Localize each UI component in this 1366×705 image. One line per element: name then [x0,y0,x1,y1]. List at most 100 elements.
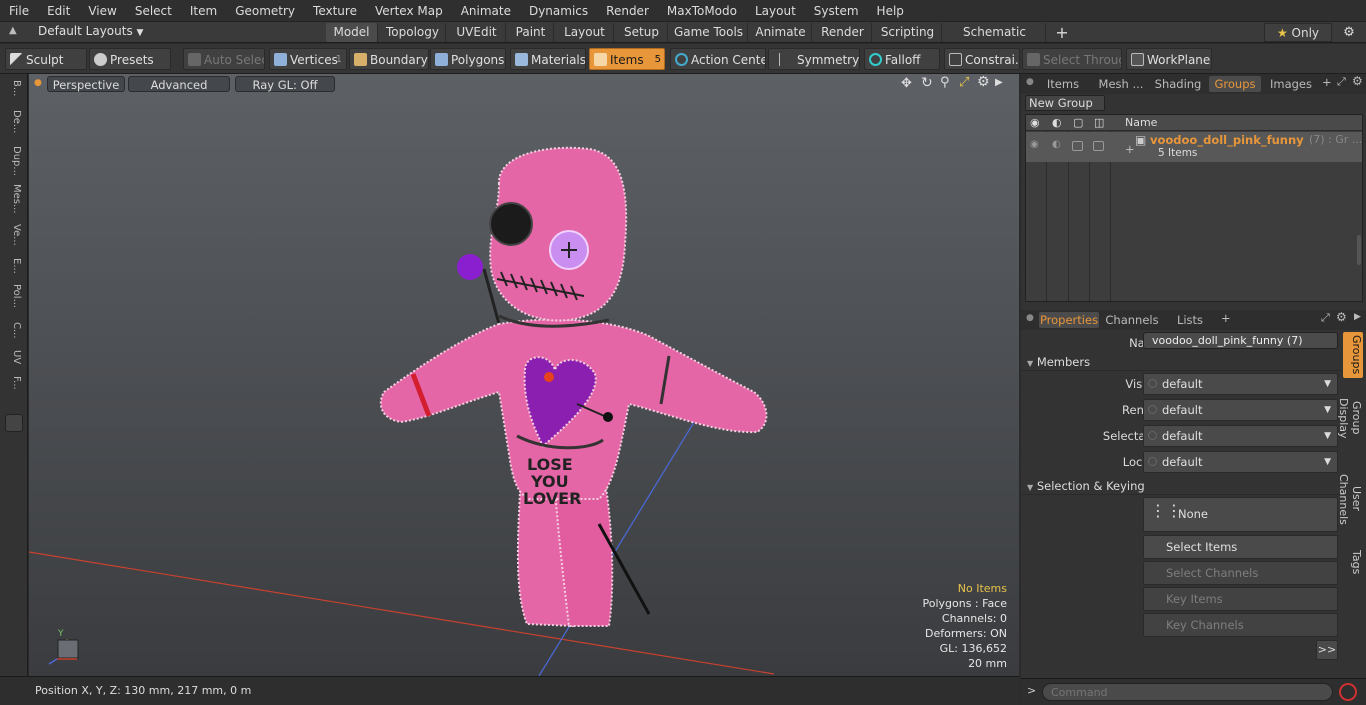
command-input[interactable] [1042,683,1333,701]
tab-animate[interactable]: Animate [750,23,812,42]
name-field[interactable]: voodoo_doll_pink_funny (7) [1143,332,1338,349]
materials-button[interactable]: Materials [510,48,586,70]
strip-tab-f[interactable]: F... [6,376,22,402]
symmetry-button[interactable]: Symmetry [768,48,860,70]
add-panel-tab-icon[interactable]: + [1322,75,1332,89]
tab-mesh[interactable]: Mesh ... [1093,76,1149,92]
tab-setup[interactable]: Setup [616,23,668,42]
sculpt-button[interactable]: Sculpt [5,48,87,70]
strip-tab-ve[interactable]: Ve... [6,224,22,256]
select-channels-button[interactable]: Select Channels [1143,561,1338,585]
lock-col-icon[interactable]: ◫ [1094,116,1104,129]
strip-tab-de[interactable]: De... [6,110,22,146]
menu-texture[interactable]: Texture [304,0,366,22]
add-props-tab-icon[interactable]: + [1221,311,1231,325]
table-row[interactable]: ◉ ◐ + ▣ voodoo_doll_pink_funny (7) : Gr … [1026,132,1362,162]
more-button[interactable]: >> [1316,640,1338,660]
selection-keying-section[interactable]: ▼ Selection & Keying [1027,479,1145,493]
menu-render[interactable]: Render [597,0,658,22]
groups-scrollbar[interactable] [1357,235,1361,265]
props-gear-icon[interactable]: ⚙ [1336,310,1347,324]
vtab-tags[interactable]: Tags [1343,544,1363,580]
menu-geometry[interactable]: Geometry [226,0,304,22]
up-arrow-icon[interactable]: ▲ [9,25,17,36]
visible-dropdown[interactable]: default ▼ [1143,373,1338,395]
record-icon[interactable] [1339,683,1357,701]
selectable-dropdown[interactable]: default ▼ [1143,425,1338,447]
render-col-icon[interactable]: ◐ [1052,116,1062,129]
select-col-icon[interactable]: ▢ [1073,116,1083,129]
vtab-group-display[interactable]: Group Display [1337,382,1363,454]
items-button[interactable]: Items 5 [589,48,665,70]
key-items-button[interactable]: Key Items [1143,587,1338,611]
strip-tab-mes[interactable]: Mes... [6,184,22,220]
vertices-button[interactable]: Vertices 1 [269,48,347,70]
presets-button[interactable]: Presets [89,48,171,70]
tab-game-tools[interactable]: Game Tools [670,23,748,42]
menu-maxtomodo[interactable]: MaxToModo [658,0,746,22]
boundary-button[interactable]: Boundary [349,48,429,70]
menu-vertex-map[interactable]: Vertex Map [366,0,452,22]
menu-file[interactable]: File [0,0,38,22]
menu-system[interactable]: System [805,0,868,22]
strip-tab-dup[interactable]: Dup... [6,146,22,182]
gear-icon[interactable]: ⚙ [1336,23,1362,42]
tab-paint[interactable]: Paint [508,23,554,42]
strip-tab-b[interactable]: B... [6,80,22,108]
tab-render[interactable]: Render [814,23,872,42]
name-column-header[interactable]: Name [1125,116,1157,129]
tab-scripting[interactable]: Scripting [874,23,942,42]
panel-gear-icon[interactable]: ⚙ [1352,74,1363,88]
render-toggle-icon[interactable]: ◐ [1052,139,1061,150]
props-expand-icon[interactable]: ⤢ [1321,311,1330,325]
menu-dynamics[interactable]: Dynamics [520,0,597,22]
menu-animate[interactable]: Animate [452,0,520,22]
strip-toggle-button[interactable] [5,414,23,432]
auto-select-button[interactable]: Auto Select [183,48,265,70]
tab-channels[interactable]: Channels [1103,312,1161,328]
menu-edit[interactable]: Edit [38,0,79,22]
only-toggle[interactable]: ★ Only [1264,23,1332,42]
tab-uvedit[interactable]: UVEdit [448,23,506,42]
none-selector[interactable]: ⋮⋮ None [1143,497,1338,532]
select-toggle-icon[interactable] [1072,141,1083,151]
add-tab-button[interactable]: + [1050,23,1074,42]
strip-tab-e[interactable]: E... [6,258,22,282]
props-dot-icon[interactable]: ● [1026,313,1034,323]
falloff-button[interactable]: Falloff [864,48,940,70]
workplane-button[interactable]: WorkPlane [1126,48,1212,70]
menu-view[interactable]: View [79,0,125,22]
strip-tab-c[interactable]: C... [6,322,22,348]
lock-toggle-icon[interactable] [1093,141,1104,151]
panel-dot-icon[interactable]: ● [1026,77,1034,87]
tab-schematic-fusion[interactable]: Schematic Fusion [944,23,1046,58]
menu-help[interactable]: Help [868,0,913,22]
tab-topology[interactable]: Topology [380,23,446,42]
select-items-button[interactable]: Select Items [1143,535,1338,559]
tab-items[interactable]: Items [1037,76,1089,92]
layouts-dropdown[interactable]: Default Layouts ▼ [38,24,143,38]
visibility-col-icon[interactable]: ◉ [1030,116,1040,129]
tab-groups[interactable]: Groups [1209,76,1261,92]
vtab-user-channels[interactable]: User Channels [1337,460,1363,538]
props-arrow-icon[interactable]: ▶ [1354,312,1361,322]
key-channels-button[interactable]: Key Channels [1143,613,1338,637]
menu-select[interactable]: Select [126,0,181,22]
render-dropdown[interactable]: default ▼ [1143,399,1338,421]
constraints-button[interactable]: Constrai... [944,48,1020,70]
strip-tab-pol[interactable]: Pol... [6,284,22,320]
new-group-button[interactable]: New Group [1025,95,1105,111]
strip-tab-uv[interactable]: UV [6,350,22,372]
tab-shading[interactable]: Shading [1151,76,1205,92]
tab-model[interactable]: Model [326,23,378,42]
menu-layout[interactable]: Layout [746,0,805,22]
polygons-button[interactable]: Polygons [430,48,506,70]
members-section[interactable]: ▼ Members [1027,355,1090,369]
expand-panel-icon[interactable]: ⤢ [1337,75,1346,89]
menu-item[interactable]: Item [181,0,226,22]
expand-plus-icon[interactable]: + [1125,142,1135,156]
tab-images[interactable]: Images [1265,76,1317,92]
visibility-eye-icon[interactable]: ◉ [1030,139,1039,150]
tab-layout[interactable]: Layout [556,23,614,42]
action-center-button[interactable]: Action Center [670,48,766,70]
